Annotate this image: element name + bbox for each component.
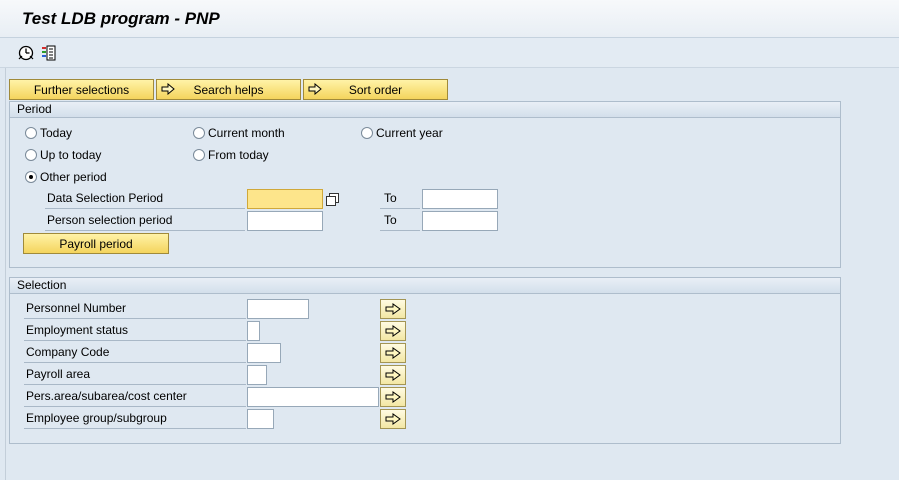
data-selection-to-input[interactable] bbox=[422, 189, 498, 209]
company-code-input[interactable] bbox=[247, 343, 281, 363]
employee-group-label: Employee group/subgroup bbox=[24, 409, 246, 429]
radio-button bbox=[25, 127, 37, 139]
payroll-period-label: Payroll period bbox=[59, 236, 133, 251]
execute-clock-icon[interactable] bbox=[17, 44, 35, 62]
radio-up-to-today[interactable]: Up to today bbox=[25, 148, 101, 162]
arrow-right-icon bbox=[385, 413, 401, 425]
search-helps-button[interactable]: Search helps bbox=[156, 79, 301, 100]
radio-other-period[interactable]: Other period bbox=[25, 170, 107, 184]
person-selection-to-input[interactable] bbox=[422, 211, 498, 231]
arrow-right-icon bbox=[161, 82, 175, 98]
radio-current-year[interactable]: Current year bbox=[361, 126, 443, 140]
company-code-label: Company Code bbox=[24, 343, 246, 363]
selection-options-icon[interactable] bbox=[40, 44, 58, 62]
payroll-area-multiple-selection-button[interactable] bbox=[380, 365, 406, 385]
arrow-right-icon bbox=[385, 325, 401, 337]
radio-button bbox=[25, 149, 37, 161]
further-selections-label: Further selections bbox=[33, 82, 130, 97]
personnel-number-input[interactable] bbox=[247, 299, 309, 319]
radio-button bbox=[193, 149, 205, 161]
to-label: To bbox=[380, 189, 420, 209]
pers-area-input[interactable] bbox=[247, 387, 379, 407]
radio-label: Current month bbox=[208, 126, 285, 140]
application-toolbar bbox=[0, 38, 899, 68]
radio-label: Up to today bbox=[40, 148, 102, 162]
title-bar: Test LDB program - PNP bbox=[0, 0, 899, 38]
further-selections-button[interactable]: Further selections bbox=[9, 79, 154, 100]
pers-area-multiple-selection-button[interactable] bbox=[380, 387, 406, 407]
to-label: To bbox=[380, 211, 420, 231]
person-selection-period-label: Person selection period bbox=[45, 211, 245, 231]
sort-order-label: Sort order bbox=[348, 82, 403, 97]
search-helps-label: Search helps bbox=[193, 82, 264, 97]
person-selection-from-input[interactable] bbox=[247, 211, 323, 231]
arrow-right-icon bbox=[385, 391, 401, 403]
radio-label: Today bbox=[40, 126, 73, 140]
employee-group-input[interactable] bbox=[247, 409, 274, 429]
radio-button bbox=[193, 127, 205, 139]
employment-status-multiple-selection-button[interactable] bbox=[380, 321, 406, 341]
selection-group-header: Selection bbox=[10, 278, 840, 294]
sort-order-button[interactable]: Sort order bbox=[303, 79, 448, 100]
employee-group-multiple-selection-button[interactable] bbox=[380, 409, 406, 429]
company-code-multiple-selection-button[interactable] bbox=[380, 343, 406, 363]
arrow-right-icon bbox=[308, 82, 322, 98]
calendar-help-icon[interactable] bbox=[325, 192, 339, 206]
pers-area-label: Pers.area/subarea/cost center bbox=[24, 387, 246, 407]
radio-label: From today bbox=[208, 148, 269, 162]
payroll-period-button[interactable]: Payroll period bbox=[23, 233, 169, 254]
personnel-number-multiple-selection-button[interactable] bbox=[380, 299, 406, 319]
radio-label: Other period bbox=[40, 170, 107, 184]
window-title: Test LDB program - PNP bbox=[22, 9, 220, 28]
arrow-right-icon bbox=[385, 369, 401, 381]
radio-from-today[interactable]: From today bbox=[193, 148, 269, 162]
radio-label: Current year bbox=[376, 126, 443, 140]
employment-status-label: Employment status bbox=[24, 321, 246, 341]
radio-button-selected bbox=[25, 171, 37, 183]
data-selection-from-input[interactable] bbox=[247, 189, 323, 209]
payroll-area-input[interactable] bbox=[247, 365, 267, 385]
arrow-right-icon bbox=[385, 303, 401, 315]
payroll-area-label: Payroll area bbox=[24, 365, 246, 385]
radio-current-month[interactable]: Current month bbox=[193, 126, 285, 140]
period-group-header: Period bbox=[10, 102, 840, 118]
employment-status-input[interactable] bbox=[247, 321, 260, 341]
personnel-number-label: Personnel Number bbox=[24, 299, 246, 319]
data-selection-period-label: Data Selection Period bbox=[45, 189, 245, 209]
radio-button bbox=[361, 127, 373, 139]
arrow-right-icon bbox=[385, 347, 401, 359]
radio-today[interactable]: Today bbox=[25, 126, 72, 140]
